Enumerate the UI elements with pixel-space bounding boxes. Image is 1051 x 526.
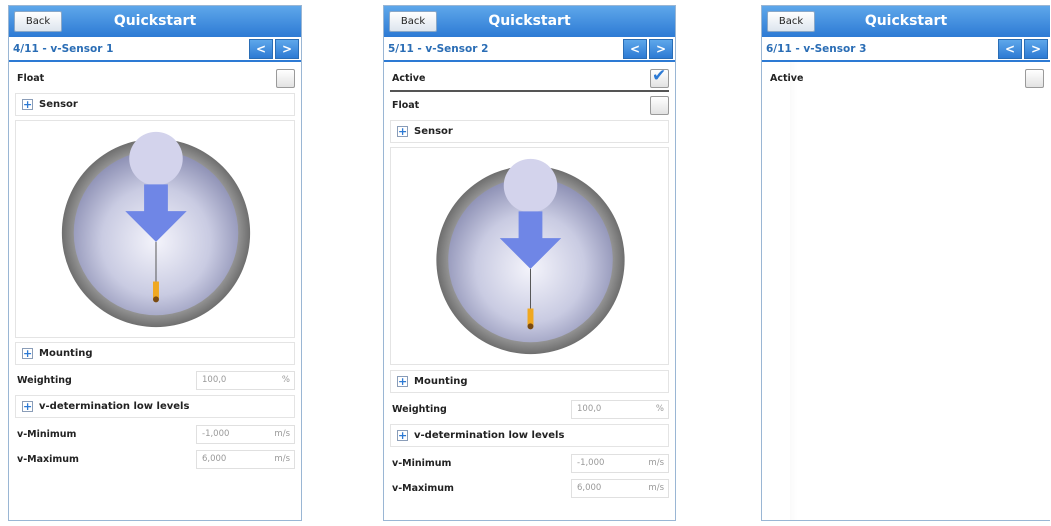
plus-icon[interactable]: + — [22, 401, 33, 412]
v-maximum-row: v-Maximum 6,000 m/s — [390, 478, 669, 500]
content-area-shade — [790, 62, 798, 520]
plus-icon[interactable]: + — [22, 99, 33, 110]
v-minimum-label: v-Minimum — [392, 458, 452, 469]
v-minimum-row: v-Minimum -1,000 m/s — [15, 424, 295, 446]
v-maximum-input[interactable]: 6,000 m/s — [196, 450, 295, 469]
water-surface — [129, 131, 183, 186]
v-maximum-unit: m/s — [648, 483, 664, 493]
next-step-button[interactable]: > — [275, 39, 299, 59]
step-bar: 4/11 - v-Sensor 1 < > — [9, 37, 301, 62]
plus-icon[interactable]: + — [397, 430, 408, 441]
quickstart-panel-sensor-3: Back Quickstart 6/11 - v-Sensor 3 < > Ac… — [761, 5, 1050, 521]
float-checkbox[interactable] — [650, 96, 669, 115]
sensor-illustration — [390, 147, 669, 365]
v-minimum-value: -1,000 — [577, 458, 605, 468]
active-label: Active — [770, 73, 804, 84]
v-minimum-label: v-Minimum — [17, 429, 77, 440]
step-label: 5/11 - v-Sensor 2 — [388, 43, 489, 55]
water-surface — [503, 158, 558, 213]
active-checkbox[interactable]: ✔ — [650, 66, 669, 88]
weighting-row: Weighting 100,0 % — [15, 370, 295, 392]
low-levels-section-header[interactable]: + v-determination low levels — [15, 395, 295, 418]
checkmark-icon: ✔ — [652, 66, 667, 86]
sensor-section-header[interactable]: + Sensor — [15, 93, 295, 116]
low-levels-section-label: v-determination low levels — [414, 430, 565, 441]
weighting-row: Weighting 100,0 % — [390, 399, 669, 421]
weighting-value: 100,0 — [577, 404, 602, 414]
sensor-section-header[interactable]: + Sensor — [390, 120, 669, 143]
v-maximum-value: 6,000 — [202, 454, 227, 464]
v-minimum-row: v-Minimum -1,000 m/s — [390, 453, 669, 475]
v-maximum-row: v-Maximum 6,000 m/s — [15, 449, 295, 471]
step-label: 4/11 - v-Sensor 1 — [13, 43, 114, 55]
header-bar: Back Quickstart — [9, 6, 301, 37]
v-minimum-input[interactable]: -1,000 m/s — [571, 454, 669, 473]
v-minimum-input[interactable]: -1,000 m/s — [196, 425, 295, 444]
weighting-unit: % — [281, 375, 290, 385]
pipe-sensor-diagram — [61, 131, 251, 328]
active-row: Active — [768, 68, 1044, 90]
mounting-section-header[interactable]: + Mounting — [15, 342, 295, 365]
v-minimum-value: -1,000 — [202, 429, 230, 439]
next-step-button[interactable]: > — [1024, 39, 1048, 59]
v-maximum-value: 6,000 — [577, 483, 602, 493]
plus-icon[interactable]: + — [22, 348, 33, 359]
v-minimum-unit: m/s — [274, 429, 290, 439]
mounting-section-label: Mounting — [414, 376, 468, 387]
back-button[interactable]: Back — [14, 11, 62, 32]
back-button[interactable]: Back — [389, 11, 437, 32]
previous-step-button[interactable]: < — [623, 39, 647, 59]
weighting-input[interactable]: 100,0 % — [196, 371, 295, 390]
float-checkbox[interactable] — [276, 69, 295, 88]
weighting-label: Weighting — [17, 375, 72, 386]
mounting-section-header[interactable]: + Mounting — [390, 370, 669, 393]
previous-step-button[interactable]: < — [249, 39, 273, 59]
quickstart-panel-sensor-1: Back Quickstart 4/11 - v-Sensor 1 < > Fl… — [8, 5, 302, 521]
plus-icon[interactable]: + — [397, 376, 408, 387]
low-levels-section-header[interactable]: + v-determination low levels — [390, 424, 669, 447]
v-minimum-unit: m/s — [648, 458, 664, 468]
low-levels-section-label: v-determination low levels — [39, 401, 190, 412]
active-label: Active — [392, 73, 426, 84]
weighting-input[interactable]: 100,0 % — [571, 400, 669, 419]
v-maximum-label: v-Maximum — [17, 454, 79, 465]
active-divider — [390, 90, 669, 92]
float-label: Float — [17, 73, 45, 84]
sensor-illustration — [15, 120, 295, 338]
plus-icon[interactable]: + — [397, 126, 408, 137]
step-label: 6/11 - v-Sensor 3 — [766, 43, 867, 55]
step-bar: 6/11 - v-Sensor 3 < > — [762, 37, 1050, 62]
back-button[interactable]: Back — [767, 11, 815, 32]
header-bar: Back Quickstart — [384, 6, 675, 37]
v-maximum-input[interactable]: 6,000 m/s — [571, 479, 669, 498]
quickstart-panel-sensor-2: Back Quickstart 5/11 - v-Sensor 2 < > Ac… — [383, 5, 676, 521]
header-bar: Back Quickstart — [762, 6, 1050, 37]
sensor-section-label: Sensor — [39, 99, 78, 110]
sensor-section-label: Sensor — [414, 126, 453, 137]
active-row: Active ✔ — [390, 66, 669, 92]
float-label: Float — [392, 100, 420, 111]
float-row: Float — [390, 95, 669, 117]
weighting-value: 100,0 — [202, 375, 227, 385]
v-maximum-unit: m/s — [274, 454, 290, 464]
weighting-label: Weighting — [392, 404, 447, 415]
weighting-unit: % — [655, 404, 664, 414]
pipe-sensor-diagram — [436, 158, 625, 355]
mounting-section-label: Mounting — [39, 348, 93, 359]
step-bar: 5/11 - v-Sensor 2 < > — [384, 37, 675, 62]
next-step-button[interactable]: > — [649, 39, 673, 59]
v-maximum-label: v-Maximum — [392, 483, 454, 494]
previous-step-button[interactable]: < — [998, 39, 1022, 59]
float-row: Float — [15, 68, 295, 90]
active-checkbox[interactable] — [1025, 69, 1044, 88]
